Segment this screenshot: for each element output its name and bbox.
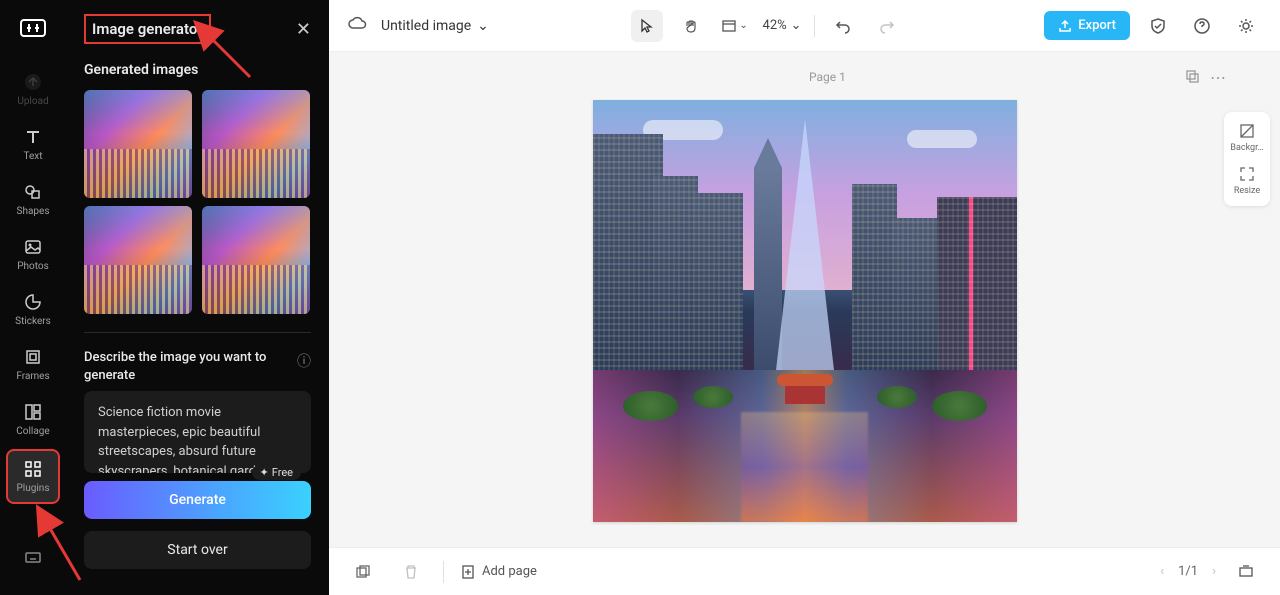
chevron-down-icon: ⌄ [739,20,747,31]
frames-icon [23,347,43,367]
chevron-down-icon: ⌄ [791,18,802,33]
rail-frames[interactable]: Frames [6,339,60,390]
rail-shapes[interactable]: Shapes [6,174,60,225]
background-tool[interactable]: Backgr… [1230,122,1263,153]
page-more-icon[interactable]: ⋯ [1210,68,1227,88]
rail-collage[interactable]: Collage [6,394,60,445]
keyboard-icon [23,547,43,567]
next-page-button[interactable]: › [1212,564,1216,579]
generated-thumb-2[interactable] [202,90,310,198]
redo-button[interactable] [871,10,903,42]
resize-label: Resize [1234,186,1260,196]
topbar-center: ⌄ 42% ⌄ [631,10,903,42]
resize-icon [1238,165,1256,183]
rail-upload[interactable]: Upload [6,64,60,115]
generated-thumb-4[interactable] [202,206,310,314]
generate-group: Science fiction movie masterpieces, epic… [84,391,311,519]
rail-plugins-label: Plugins [17,483,50,494]
pager: ‹ 1/1 › [1160,556,1262,588]
export-button[interactable]: Export [1044,11,1130,40]
rail-text[interactable]: Text [6,119,60,170]
help-icon[interactable] [1186,10,1218,42]
generate-button[interactable]: Generate [84,481,311,519]
pointer-tool[interactable] [631,10,663,42]
left-rail: Upload Text Shapes Photos Stickers Frame… [0,0,66,595]
main-area: Untitled image ⌄ ⌄ 42% ⌄ Export Page 1 ⋯ [329,0,1280,595]
rail-collage-label: Collage [16,426,49,437]
background-label: Backgr… [1230,143,1263,153]
prompt-input[interactable]: Science fiction movie masterpieces, epic… [84,391,311,473]
info-icon[interactable]: ⓘ [297,351,311,371]
plugins-icon [23,459,43,479]
sparkle-icon: ✦ [260,466,269,479]
zoom-control[interactable]: 42% ⌄ [763,18,802,33]
stickers-icon [23,292,43,312]
add-page-label: Add page [482,564,537,579]
text-icon [23,127,43,147]
rail-shapes-label: Shapes [17,206,50,217]
image-generator-panel: Image generator ✕ Generated images Descr… [66,0,329,595]
right-toolbar: Backgr… Resize [1224,112,1270,206]
separator [814,15,815,37]
trash-icon[interactable] [395,556,427,588]
rail-photos[interactable]: Photos [6,229,60,280]
generated-thumbnails [84,90,311,314]
cloud-status-icon[interactable] [347,14,367,38]
hand-tool[interactable] [675,10,707,42]
rail-frames-label: Frames [16,371,49,382]
add-page-button[interactable]: Add page [460,564,537,580]
generated-thumb-1[interactable] [84,90,192,198]
collage-icon [23,402,43,422]
photos-icon [23,237,43,257]
layout-tool[interactable]: ⌄ [719,10,751,42]
export-icon [1058,19,1072,33]
rail-stickers[interactable]: Stickers [6,284,60,335]
describe-label: Describe the image you want to generate [84,349,284,385]
topbar: Untitled image ⌄ ⌄ 42% ⌄ Export [329,0,1280,52]
document-title-text: Untitled image [381,18,471,34]
duplicate-page-icon[interactable] [1184,68,1200,88]
canvas-image[interactable] [593,100,1017,522]
panel-title: Image generator [84,14,211,44]
document-title[interactable]: Untitled image ⌄ [381,18,489,34]
generated-thumb-3[interactable] [84,206,192,314]
rail-plugins[interactable]: Plugins [6,449,60,504]
free-badge-label: Free [272,466,293,479]
background-icon [1238,122,1256,140]
add-page-icon [460,564,476,580]
rail-stickers-label: Stickers [15,316,51,327]
undo-button[interactable] [827,10,859,42]
generated-images-label: Generated images [84,62,311,78]
topbar-right: Export [1044,10,1262,42]
prev-page-button[interactable]: ‹ [1160,564,1164,579]
describe-row: Describe the image you want to generate … [84,349,311,385]
rail-text-label: Text [23,151,42,162]
present-icon[interactable] [1230,556,1262,588]
resize-tool[interactable]: Resize [1234,165,1260,196]
canvas-area[interactable]: Page 1 ⋯ Backgr… [329,52,1280,547]
layers-icon[interactable] [347,556,379,588]
rail-keyboard[interactable] [6,539,60,575]
page-tools: ⋯ [1184,68,1227,88]
rail-upload-label: Upload [17,96,48,107]
bottombar: Add page ‹ 1/1 › [329,547,1280,595]
free-badge: ✦Free [252,465,301,480]
export-label: Export [1078,18,1116,33]
panel-header: Image generator ✕ [84,14,311,44]
page-counter: 1/1 [1178,564,1198,579]
separator [443,561,444,583]
shield-icon[interactable] [1142,10,1174,42]
app-logo[interactable] [17,12,49,44]
page-label: Page 1 [809,70,846,84]
divider [84,332,311,333]
settings-icon[interactable] [1230,10,1262,42]
close-panel-button[interactable]: ✕ [296,19,311,40]
chevron-down-icon: ⌄ [477,18,489,34]
upload-icon [23,72,43,92]
zoom-value: 42% [763,18,787,33]
shapes-icon [23,182,43,202]
rail-photos-label: Photos [17,261,49,272]
start-over-button[interactable]: Start over [84,531,311,569]
